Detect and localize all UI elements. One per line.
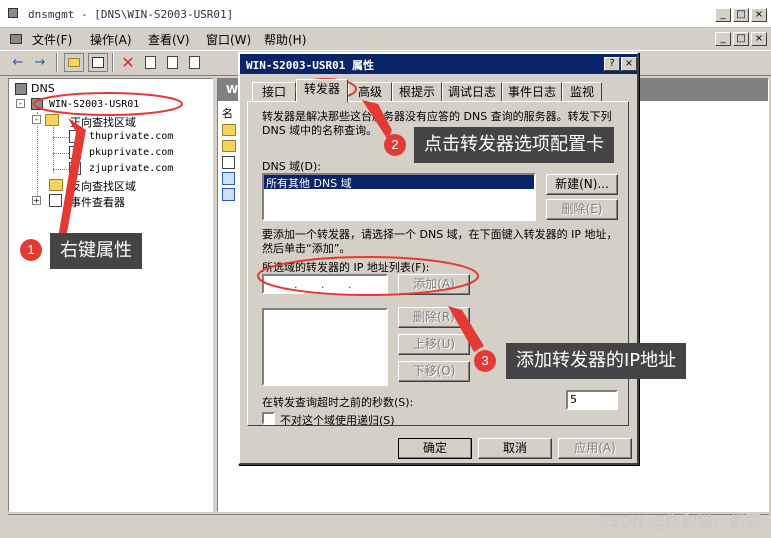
- annotation-ellipse-ip: [257, 256, 479, 296]
- annotation-callout-2: 点击转发器选项配置卡: [414, 127, 614, 163]
- annotation-arrow-1: [58, 118, 86, 238]
- annotation-badge-2: 2: [384, 134, 406, 156]
- annotation-badge-1: 1: [20, 239, 42, 261]
- watermark: CSDN @你和猫、都要: [598, 512, 761, 531]
- annotation-badge-3: 3: [474, 350, 496, 372]
- annotation-arrow-3: [448, 306, 484, 352]
- annotation-ellipse-server: [33, 92, 183, 116]
- annotation-callout-1: 右键属性: [50, 233, 142, 269]
- annotation-overlay: [33, 78, 484, 352]
- annotation-callout-3: 添加转发器的IP地址: [506, 343, 687, 379]
- tab-forwarders[interactable]: 转发器: [296, 79, 348, 103]
- annotation-arrow-2: [362, 100, 392, 140]
